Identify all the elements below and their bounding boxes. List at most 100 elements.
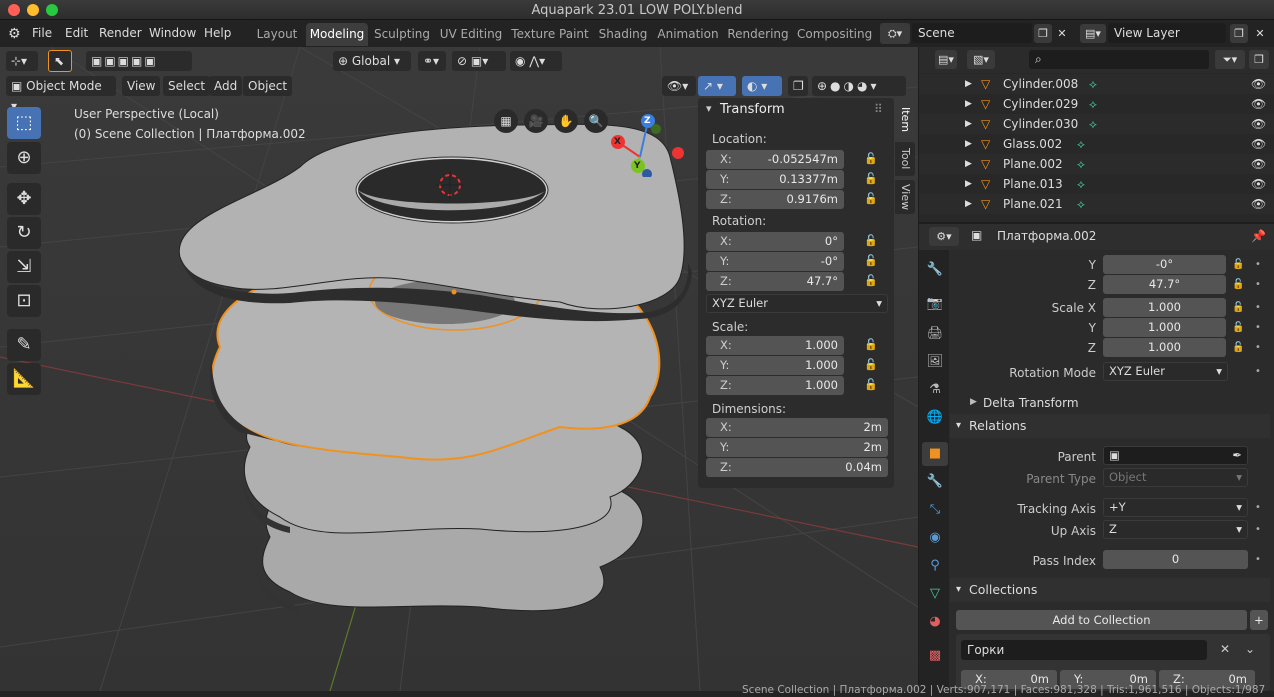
camera-icon[interactable]: 🎥 [524, 109, 548, 133]
expand-arrow-icon[interactable]: ▶ [965, 134, 972, 154]
texture-icon[interactable]: ▩ [922, 644, 948, 668]
lock-icon[interactable]: 🔓 [1232, 302, 1244, 313]
menu-object[interactable]: Object [243, 76, 293, 96]
tool-rotate-icon[interactable]: ↻ [7, 217, 41, 249]
lock-icon[interactable]: 🔓 [864, 234, 878, 247]
menu-edit[interactable]: Edit [65, 26, 88, 40]
remove-icon[interactable]: ✕ [1220, 642, 1230, 656]
blender-logo-icon[interactable]: ⚙ [8, 26, 21, 42]
add-to-collection-button[interactable]: Add to Collection [956, 610, 1247, 630]
gizmo-toggle-icon[interactable]: ↗ ▾ [698, 76, 736, 96]
grid-view-icon[interactable]: ▦ [494, 109, 518, 133]
delta-transform-header[interactable]: Delta Transform [983, 396, 1079, 410]
relations-section[interactable]: ▾ Relations [950, 414, 1270, 438]
keyframe-dot-icon[interactable]: • [1255, 342, 1261, 353]
up-axis-select[interactable]: Z ▾ [1103, 520, 1248, 539]
snap-icon[interactable]: ⊘ ▣▾ [452, 51, 506, 71]
outliner-editor-icon[interactable]: ▤▾ [935, 50, 957, 69]
tab-uv-editing[interactable]: UV Editing [438, 23, 504, 46]
lock-icon[interactable]: 🔓 [864, 378, 878, 391]
transform-orientation-dropdown[interactable]: ⊕ Global ▾ [333, 51, 411, 71]
scale-z-field[interactable]: Z: 1.000 [706, 376, 844, 395]
modifier-wrench-icon[interactable]: 🔧 [922, 470, 948, 494]
tab-layout[interactable]: Layout [252, 23, 302, 46]
list-item[interactable]: ▶ ▽ Glass.002 ⟡ 👁 [919, 134, 1274, 154]
display-mode-icon[interactable]: ▧▾ [967, 50, 995, 69]
scale-y-field[interactable]: Y: 1.000 [706, 356, 844, 375]
tool-annotate-icon[interactable]: ✎ [7, 329, 41, 361]
menu-add[interactable]: Add [209, 76, 243, 96]
menu-file[interactable]: File [32, 26, 52, 40]
tab-view[interactable]: View [895, 180, 915, 214]
scale-x-field[interactable]: 1.000 [1103, 298, 1226, 317]
world-icon[interactable]: 🌐 [922, 406, 948, 430]
menu-help[interactable]: Help [204, 26, 231, 40]
list-item[interactable]: ▶ ▽ Cylinder.029 ⟡ 👁 [919, 94, 1274, 114]
parent-field[interactable]: ▣ ✒ [1103, 446, 1248, 465]
eye-icon[interactable]: 👁 [1251, 114, 1266, 134]
location-y-field[interactable]: Y: 0.13377m [706, 170, 844, 189]
physics-icon[interactable]: ◉ [922, 526, 948, 550]
lock-icon[interactable]: 🔓 [1232, 259, 1244, 270]
new-scene-icon[interactable]: ❐ [1034, 24, 1052, 43]
expand-arrow-icon[interactable]: ▶ [965, 94, 972, 114]
menu-select[interactable]: Select [163, 76, 211, 96]
eye-icon[interactable]: 👁 [1251, 94, 1266, 114]
rot-z-field[interactable]: 47.7° [1103, 275, 1226, 294]
eye-icon[interactable]: 👁 [1251, 154, 1266, 174]
lock-icon[interactable]: 🔓 [864, 274, 878, 287]
view-layer-tab-icon[interactable]: 🖼 [922, 350, 948, 374]
expand-arrow-icon[interactable]: ▶ [970, 397, 977, 407]
chevron-down-icon[interactable]: ⌄ [1245, 642, 1255, 656]
expand-arrow-icon[interactable]: ▶ [965, 194, 972, 214]
keyframe-dot-icon[interactable]: • [1255, 366, 1261, 377]
lock-icon[interactable]: 🔓 [864, 172, 878, 185]
new-collection-icon[interactable]: ❐ [1249, 50, 1269, 69]
tool-select-box-icon[interactable]: ⬚ [7, 107, 41, 139]
tracking-axis-select[interactable]: +Y ▾ [1103, 498, 1248, 517]
tab-modeling[interactable]: Modeling [306, 23, 368, 46]
view-layer-field[interactable]: View Layer [1108, 23, 1226, 43]
transform-pivot-icon[interactable]: ⊹▾ [6, 51, 38, 71]
rotation-y-field[interactable]: Y: -0° [706, 252, 844, 271]
new-view-layer-icon[interactable]: ❐ [1230, 24, 1248, 43]
lock-icon[interactable]: 🔓 [864, 192, 878, 205]
proportional-editing-icon[interactable]: ◉ ⋀▾ [510, 51, 562, 71]
location-z-field[interactable]: Z: 0.9176m [706, 190, 844, 209]
lock-icon[interactable]: 🔓 [1232, 322, 1244, 333]
eye-icon[interactable]: 👁 [1251, 194, 1266, 214]
rot-y-field[interactable]: -0° [1103, 255, 1226, 274]
tab-compositing[interactable]: Compositing [797, 23, 872, 46]
mesh-data-tab-icon[interactable]: ▽ [922, 582, 948, 606]
rotation-mode-dropdown[interactable]: XYZ Euler ▾ [706, 294, 888, 313]
object-properties-icon[interactable]: ■ [922, 442, 948, 466]
selection-mode-icons[interactable]: ▣▣▣▣▣ [86, 51, 192, 71]
shading-mode-icons[interactable]: ⊕●◑◕▾ [812, 76, 906, 96]
properties-editor-icon[interactable]: ⚙▾ [929, 227, 959, 246]
scene-tab-icon[interactable]: ⚗ [922, 378, 948, 402]
tool-cursor-icon[interactable]: ⊕ [7, 142, 41, 174]
hand-pan-icon[interactable]: ✋ [554, 109, 578, 133]
xray-icon[interactable]: ❐ [788, 76, 808, 96]
tab-animation[interactable]: Animation [656, 23, 720, 46]
output-icon[interactable]: 🖨 [922, 322, 948, 346]
scene-icon[interactable]: ⛭▾ [880, 23, 910, 44]
list-item[interactable]: ▶ ▽ Cylinder.008 ⟡ 👁 [919, 74, 1274, 94]
lock-icon[interactable]: 🔓 [864, 358, 878, 371]
particles-icon[interactable]: ⤡ [922, 498, 948, 522]
list-item[interactable]: ▶ ▽ Plane.002 ⟡ 👁 [919, 154, 1274, 174]
menu-view[interactable]: View [122, 76, 161, 96]
keyframe-dot-icon[interactable]: • [1255, 554, 1261, 565]
eye-icon[interactable]: 👁 [1251, 134, 1266, 154]
tool-settings-icon[interactable]: 🔧 [922, 258, 948, 282]
expand-arrow-icon[interactable]: ▶ [965, 154, 972, 174]
lock-icon[interactable]: 🔓 [864, 152, 878, 165]
expand-arrow-icon[interactable]: ▶ [965, 74, 972, 94]
list-item[interactable]: ▶ ▽ Cylinder.030 ⟡ 👁 [919, 114, 1274, 134]
expand-arrow-icon[interactable]: ▶ [965, 174, 972, 194]
scale-y-field[interactable]: 1.000 [1103, 318, 1226, 337]
list-item[interactable]: ▶ ▽ Plane.021 ⟡ 👁 [919, 194, 1274, 214]
collections-section[interactable]: ▾ Collections [950, 578, 1270, 602]
keyframe-dot-icon[interactable]: • [1255, 279, 1261, 290]
menu-render[interactable]: Render [99, 26, 142, 40]
